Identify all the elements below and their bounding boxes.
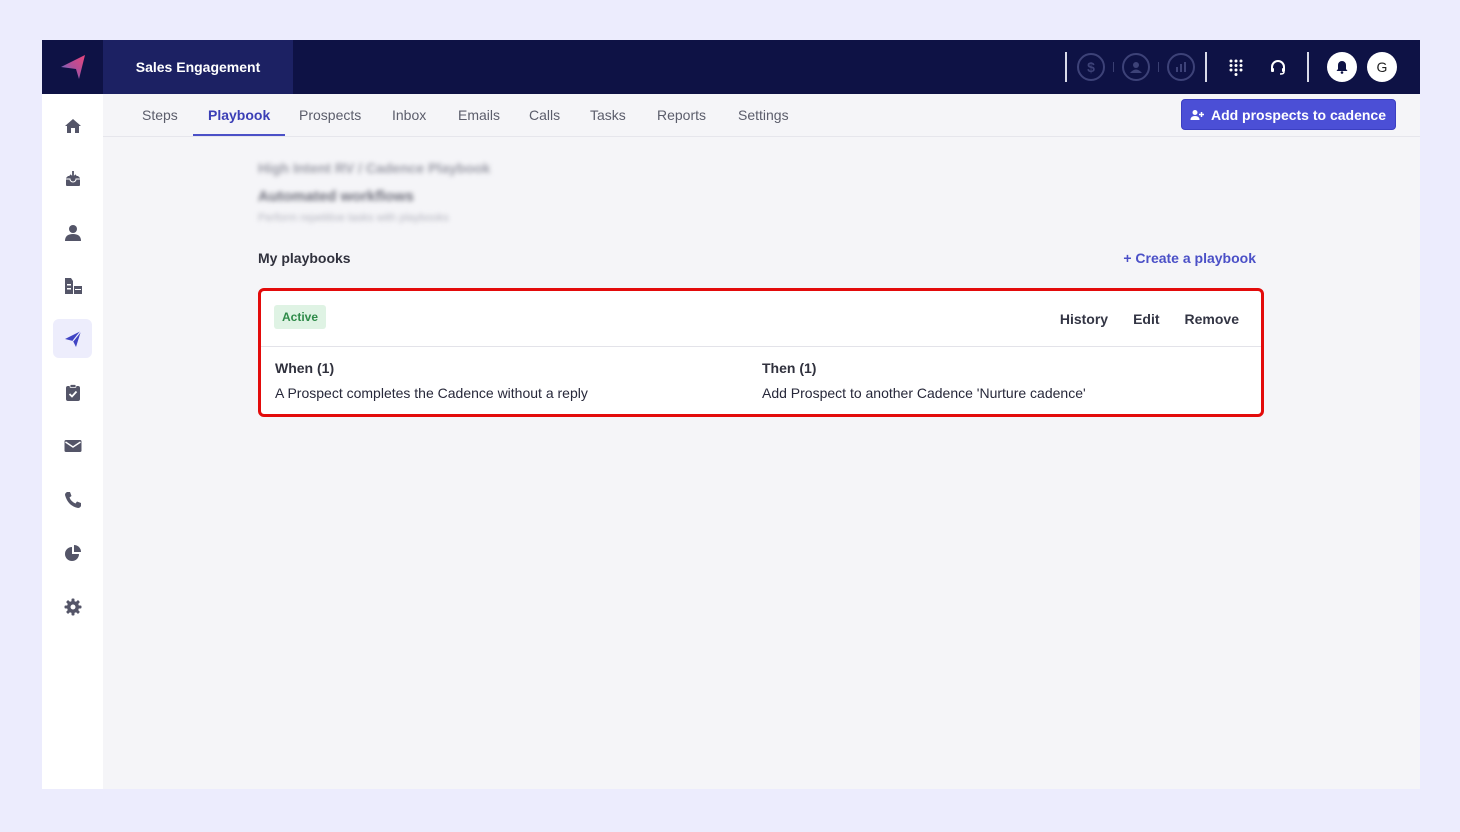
status-badge: Active	[274, 305, 327, 329]
chart-icon[interactable]	[1167, 53, 1195, 81]
tab-inbox[interactable]: Inbox	[377, 94, 441, 136]
tab-settings[interactable]: Settings	[723, 94, 804, 136]
divider	[1158, 62, 1159, 72]
then-action: Add Prospect to another Cadence 'Nurture…	[762, 385, 1086, 401]
divider	[1113, 62, 1114, 72]
phone-icon	[64, 491, 81, 508]
history-button[interactable]: History	[1060, 311, 1108, 327]
page-title: Automated workflows	[258, 188, 414, 205]
tab-emails[interactable]: Emails	[443, 94, 515, 136]
add-user-icon	[1190, 109, 1204, 120]
avatar[interactable]: G	[1367, 52, 1397, 82]
when-title: When (1)	[275, 360, 335, 376]
sidebar-item-accounts[interactable]	[53, 266, 92, 305]
my-playbooks-heading: My playbooks	[258, 250, 351, 266]
tab-calls[interactable]: Calls	[514, 94, 575, 136]
sidebar-item-home[interactable]	[53, 106, 92, 145]
clipboard-check-icon	[65, 383, 80, 401]
inbox-icon	[65, 170, 80, 186]
building-icon	[64, 277, 82, 294]
add-prospects-button[interactable]: Add prospects to cadence	[1180, 99, 1396, 130]
tab-steps[interactable]: Steps	[127, 94, 193, 136]
then-title: Then (1)	[762, 360, 817, 376]
tab-reports[interactable]: Reports	[642, 94, 721, 136]
divider	[1065, 52, 1067, 82]
pie-chart-icon	[64, 544, 81, 561]
sidebar-item-prospects[interactable]	[53, 213, 92, 252]
app-name-tab[interactable]: Sales Engagement	[103, 40, 293, 94]
sidebar-item-reports[interactable]	[53, 533, 92, 572]
sidebar-item-cadences[interactable]	[53, 319, 92, 358]
playbook-card-header: Active History Edit Remove	[261, 291, 1261, 347]
remove-button[interactable]: Remove	[1185, 311, 1239, 327]
dollar-icon[interactable]: $	[1077, 53, 1105, 81]
person-icon	[64, 224, 81, 241]
envelope-icon	[64, 439, 81, 452]
then-column: Then (1) Add Prospect to another Cadence…	[762, 360, 1086, 401]
when-condition: A Prospect completes the Cadence without…	[275, 385, 588, 401]
top-bar: Sales Engagement $ G	[42, 40, 1420, 94]
breadcrumb: High Intent RV / Cadence Playbook	[258, 160, 491, 176]
sidebar-item-tasks[interactable]	[53, 373, 92, 412]
create-playbook-link[interactable]: + Create a playbook	[1123, 250, 1256, 266]
app-name: Sales Engagement	[135, 59, 261, 75]
logo-arrow-icon	[60, 55, 85, 79]
tab-playbook[interactable]: Playbook	[193, 94, 286, 136]
sidebar-item-calls[interactable]	[53, 480, 92, 519]
divider	[1307, 52, 1309, 82]
bell-icon	[1336, 61, 1348, 74]
user-circle-icon[interactable]	[1122, 53, 1150, 81]
logo[interactable]	[42, 40, 103, 94]
tab-tasks[interactable]: Tasks	[575, 94, 641, 136]
tab-prospects[interactable]: Prospects	[284, 94, 376, 136]
playbook-card: Active History Edit Remove When (1) A Pr…	[258, 288, 1264, 417]
gear-icon	[64, 598, 81, 615]
notifications-button[interactable]	[1327, 52, 1357, 82]
edit-button[interactable]: Edit	[1133, 311, 1159, 327]
page-subtitle: Perform repetitive tasks with playbooks	[258, 212, 449, 224]
when-column: When (1) A Prospect completes the Cadenc…	[275, 360, 588, 401]
sidebar-item-emails[interactable]	[53, 426, 92, 465]
headset-icon[interactable]	[1265, 54, 1291, 80]
avatar-initial: G	[1376, 59, 1388, 75]
sidebar-item-inbox[interactable]	[53, 159, 92, 198]
divider	[1205, 52, 1207, 82]
playbook-actions: History Edit Remove	[1035, 291, 1239, 346]
sidebar	[42, 94, 103, 789]
dialpad-icon[interactable]	[1223, 54, 1249, 80]
sidebar-item-settings[interactable]	[53, 587, 92, 626]
app-window: Sales Engagement $ G Steps Playbook Pros…	[42, 40, 1420, 789]
paper-plane-icon	[64, 330, 81, 347]
top-right-toolbar: $ G	[1057, 40, 1420, 94]
home-icon	[64, 118, 81, 133]
add-prospects-label: Add prospects to cadence	[1210, 106, 1386, 123]
